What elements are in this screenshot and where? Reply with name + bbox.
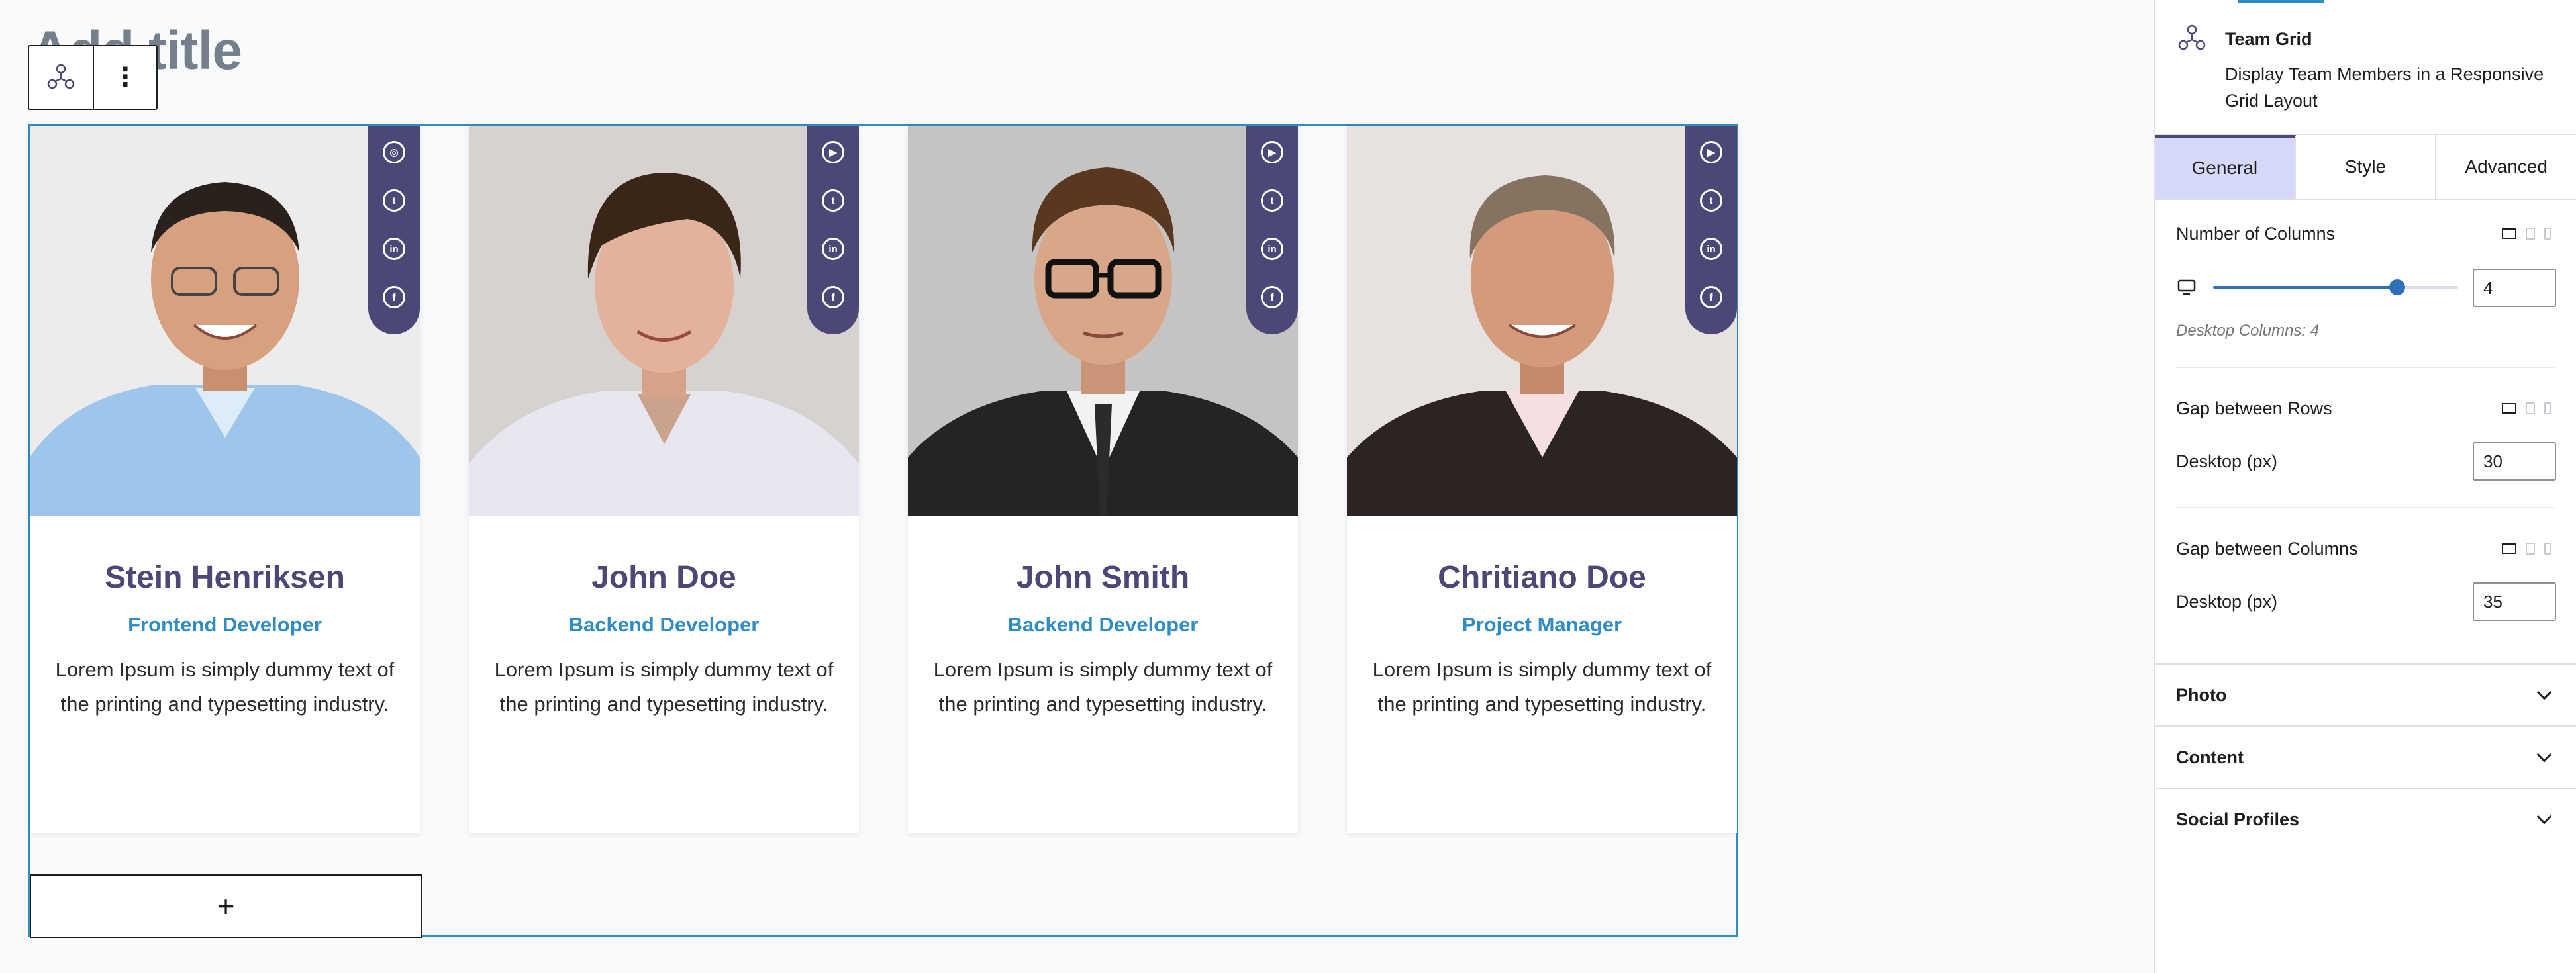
block-toolbar: ⋮ xyxy=(28,45,158,110)
content-accordion[interactable]: Content xyxy=(2155,725,2576,788)
facebook-icon[interactable]: f xyxy=(383,286,405,308)
columns-slider-thumb[interactable] xyxy=(2389,279,2405,295)
member-bio: Lorem Ipsum is simply dummy text of the … xyxy=(494,658,834,716)
accordion-label: Content xyxy=(2176,747,2244,767)
member-role: Backend Developer xyxy=(568,613,760,636)
row-gap-device-switcher xyxy=(2502,402,2551,414)
column-gap-input[interactable]: 35 xyxy=(2473,582,2556,621)
facebook-icon[interactable]: f xyxy=(822,286,844,308)
chevron-down-icon xyxy=(2536,684,2552,700)
twitter-icon[interactable]: t xyxy=(383,189,405,212)
team-grid-icon xyxy=(2178,24,2206,50)
social-bar: ▶ t in f xyxy=(1685,126,1737,334)
instagram-icon[interactable]: ◎ xyxy=(383,141,405,163)
member-role: Backend Developer xyxy=(1007,613,1199,636)
twitter-icon[interactable]: t xyxy=(1261,189,1283,212)
team-card[interactable]: ▶ t in f Chritiano Doe Project Manager L… xyxy=(1347,126,1737,833)
columns-slider-fill xyxy=(2213,286,2397,289)
columns-device-switcher xyxy=(2502,228,2551,240)
member-photo xyxy=(469,126,859,516)
team-card[interactable]: ▶ t in f John Doe Backend Developer Lore… xyxy=(469,126,859,833)
desktop-icon[interactable] xyxy=(2502,543,2516,554)
team-card[interactable]: ◎ t in f Stein Henriksen Frontend Develo… xyxy=(30,126,420,833)
linkedin-icon[interactable]: in xyxy=(822,238,844,260)
tablet-icon[interactable] xyxy=(2526,228,2535,240)
column-gap-sublabel: Desktop (px) xyxy=(2176,592,2278,612)
social-bar: ▶ t in f xyxy=(807,126,859,334)
facebook-icon[interactable]: f xyxy=(1261,286,1283,308)
member-name: Stein Henriksen xyxy=(105,560,345,595)
row-gap-sublabel: Desktop (px) xyxy=(2176,451,2278,471)
member-info: John Doe Backend Developer Lorem Ipsum i… xyxy=(469,516,859,721)
settings-tabs: General Style Advanced xyxy=(2155,135,2576,200)
team-grid-block[interactable]: ◎ t in f Stein Henriksen Frontend Develo… xyxy=(28,124,1738,938)
youtube-icon[interactable]: ▶ xyxy=(1261,141,1283,163)
tablet-icon[interactable] xyxy=(2526,402,2535,414)
youtube-icon[interactable]: ▶ xyxy=(822,141,844,163)
youtube-icon[interactable]: ▶ xyxy=(1700,141,1722,163)
member-photo xyxy=(908,126,1298,516)
member-name: John Doe xyxy=(591,560,736,595)
member-role: Project Manager xyxy=(1461,613,1622,636)
member-bio: Lorem Ipsum is simply dummy text of the … xyxy=(55,658,395,716)
divider xyxy=(2176,507,2555,508)
mobile-icon[interactable] xyxy=(2544,402,2551,414)
editor-canvas: Add title ⋮ xyxy=(0,0,2154,973)
tab-style[interactable]: Style xyxy=(2296,135,2437,199)
member-role: Frontend Developer xyxy=(128,613,322,636)
block-description: Display Team Members in a Responsive Gri… xyxy=(2225,64,2544,111)
linkedin-icon[interactable]: in xyxy=(1700,238,1722,260)
social-bar: ▶ t in f xyxy=(1246,126,1298,334)
chevron-down-icon xyxy=(2536,747,2552,763)
team-grid-icon xyxy=(47,64,75,89)
mobile-icon[interactable] xyxy=(2544,228,2551,240)
tab-advanced[interactable]: Advanced xyxy=(2436,135,2576,199)
block-card: Team Grid Display Team Members in a Resp… xyxy=(2155,0,2576,135)
social-bar: ◎ t in f xyxy=(368,126,420,334)
block-title: Team Grid xyxy=(2225,29,2312,49)
kebab-icon: ⋮ xyxy=(112,63,138,92)
twitter-icon[interactable]: t xyxy=(822,189,844,212)
add-team-member-button[interactable]: + xyxy=(30,874,422,938)
divider xyxy=(2176,367,2555,368)
tablet-icon[interactable] xyxy=(2526,543,2535,555)
linkedin-icon[interactable]: in xyxy=(383,238,405,260)
member-bio: Lorem Ipsum is simply dummy text of the … xyxy=(1372,658,1712,716)
social-profiles-accordion[interactable]: Social Profiles xyxy=(2155,788,2576,850)
member-photo xyxy=(30,126,420,516)
columns-input[interactable]: 4 xyxy=(2473,269,2556,307)
more-options-button[interactable]: ⋮ xyxy=(93,46,156,109)
desktop-icon[interactable] xyxy=(2502,228,2516,239)
row-gap-label: Gap between Rows xyxy=(2176,398,2332,418)
member-photo xyxy=(1347,126,1737,516)
member-info: John Smith Backend Developer Lorem Ipsum… xyxy=(908,516,1298,721)
block-settings-sidebar: Team Grid Display Team Members in a Resp… xyxy=(2154,0,2576,973)
chevron-down-icon xyxy=(2536,809,2552,825)
twitter-icon[interactable]: t xyxy=(1700,189,1722,212)
columns-slider[interactable] xyxy=(2213,279,2458,295)
accordion-label: Social Profiles xyxy=(2176,809,2300,829)
linkedin-icon[interactable]: in xyxy=(1261,238,1283,260)
columns-help: Desktop Columns: 4 xyxy=(2176,322,2320,340)
member-bio: Lorem Ipsum is simply dummy text of the … xyxy=(933,658,1273,716)
accordion-label: Photo xyxy=(2176,684,2227,705)
column-gap-device-switcher xyxy=(2502,543,2551,555)
facebook-icon[interactable]: f xyxy=(1700,286,1722,308)
column-gap-label: Gap between Columns xyxy=(2176,539,2358,559)
photo-accordion[interactable]: Photo xyxy=(2155,663,2576,725)
desktop-icon xyxy=(2177,279,2196,295)
member-name: Chritiano Doe xyxy=(1438,560,1646,595)
member-info: Chritiano Doe Project Manager Lorem Ipsu… xyxy=(1347,516,1737,721)
member-name: John Smith xyxy=(1016,560,1190,595)
member-info: Stein Henriksen Frontend Developer Lorem… xyxy=(30,516,420,721)
team-card[interactable]: ▶ t in f John Smith Backend Developer Lo… xyxy=(908,126,1298,833)
row-gap-input[interactable]: 30 xyxy=(2473,442,2556,481)
mobile-icon[interactable] xyxy=(2544,543,2551,555)
tab-general[interactable]: General xyxy=(2155,135,2296,199)
columns-label: Number of Columns xyxy=(2176,224,2336,244)
block-type-button[interactable] xyxy=(29,46,93,109)
desktop-icon[interactable] xyxy=(2502,403,2516,414)
